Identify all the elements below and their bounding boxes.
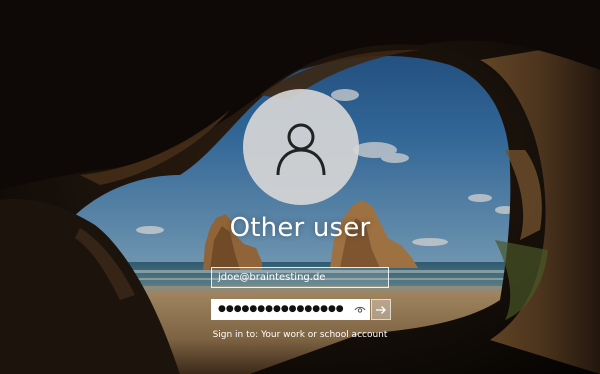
lock-screen: Other user jdoe@braintesting.de ●●●●●●●●… [0,0,600,374]
sign-in-account-type: Your work or school account [261,330,388,340]
arrow-right-icon [376,305,386,314]
submit-button[interactable] [371,299,391,320]
sign-in-prefix: Sign in to: [212,330,262,340]
email-field[interactable]: jdoe@braintesting.de [211,267,389,288]
eye-icon[interactable] [354,305,366,315]
password-mask: ●●●●●●●●●●●●●●●● [218,304,344,314]
username-label: Other user [229,213,371,243]
user-avatar [243,89,359,205]
password-input[interactable]: ●●●●●●●●●●●●●●●● [211,299,370,320]
user-silhouette-icon [276,123,326,176]
sign-in-target: Sign in to: Your work or school account [0,330,600,340]
password-row: ●●●●●●●●●●●●●●●● [211,299,391,320]
